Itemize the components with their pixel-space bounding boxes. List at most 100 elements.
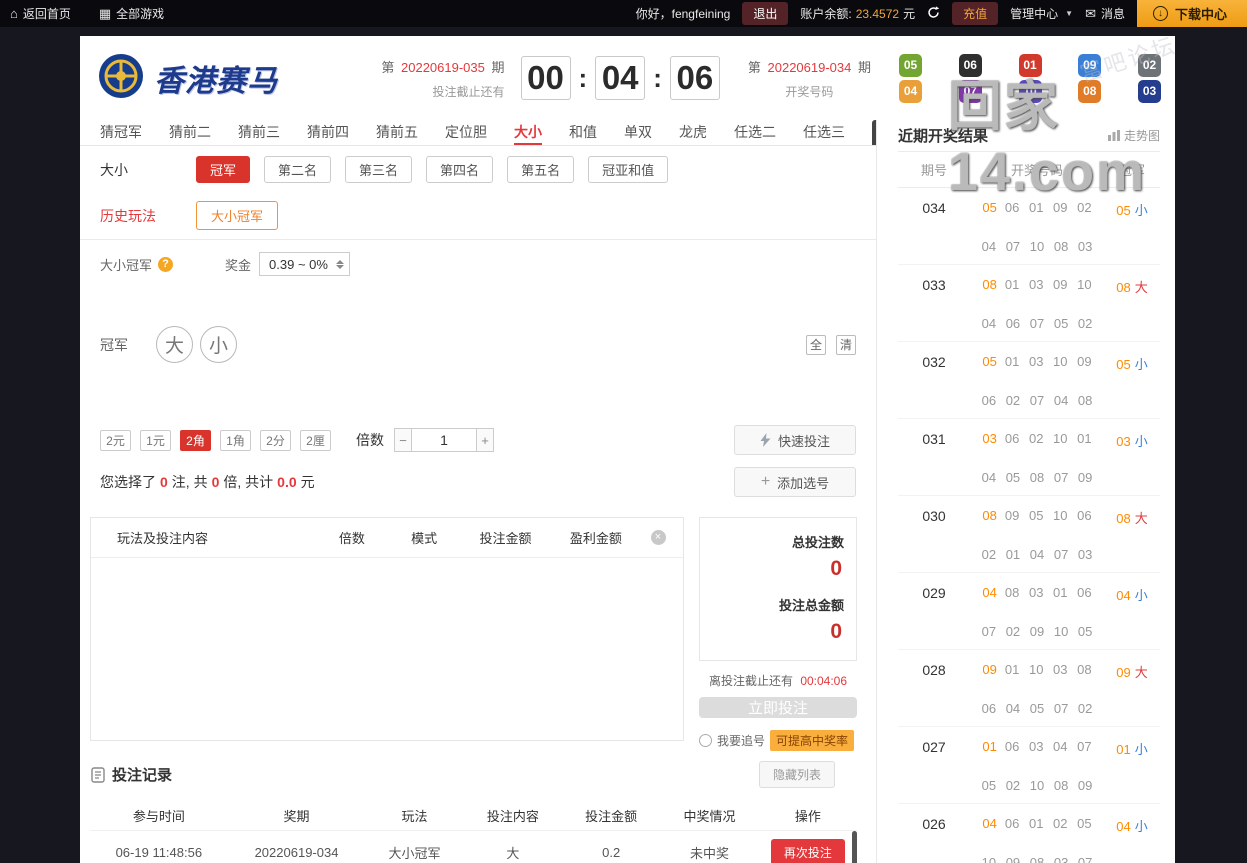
subtab-fifth[interactable]: 第五名 [507, 156, 575, 183]
nav-tab-11[interactable]: 任选三 [803, 120, 845, 145]
records-table-header: 参与时间 奖期 玩法 投注内容 投注金额 中奖情况 操作 [90, 800, 857, 830]
numbers-line2: 02 01 04 07 03 [981, 547, 1093, 562]
subtab-third[interactable]: 第三名 [345, 156, 413, 183]
champion-number: 04 [982, 585, 997, 600]
multiplier-input[interactable] [411, 428, 477, 452]
champion-value: 05 [1116, 357, 1131, 372]
admin-center-menu[interactable]: 管理中心 ▼ [1010, 5, 1073, 22]
champion-size: 小 [1134, 819, 1148, 834]
bonus-select[interactable]: 0.39 ~ 0% [259, 252, 350, 276]
history-play-link[interactable]: 历史玩法 [100, 206, 182, 226]
unit-2jiao[interactable]: 2角 [180, 429, 211, 451]
champion-value: 08 [1116, 511, 1131, 526]
add-selection-button[interactable]: + 添加选号 [734, 467, 856, 497]
current-issue-number: 20220619-035 [401, 59, 485, 75]
home-link[interactable]: ⌂ 返回首页 [10, 5, 71, 22]
hide-list-button[interactable]: 隐藏列表 [758, 761, 835, 788]
countdown-colon: : [653, 62, 662, 93]
quick-bet-label: 快速投注 [777, 433, 830, 449]
balance-value: 23.4572 [855, 6, 900, 21]
logout-button[interactable]: 退出 [742, 2, 789, 25]
summary-text-4: 元 [300, 474, 315, 490]
nav-tab-9[interactable]: 龙虎 [679, 120, 707, 145]
bonus-label: 奖金 [225, 257, 252, 273]
nav-tab-7[interactable]: 和值 [569, 120, 597, 145]
multiplier-label: 倍数 [356, 432, 384, 448]
all-games-link[interactable]: ▦ 全部游戏 [99, 5, 164, 22]
current-issue-line: 第 20220619-035 期 [381, 57, 504, 76]
result-issue: 026 [922, 816, 946, 832]
select-all-button[interactable]: 全 [806, 334, 826, 355]
nav-tab-5[interactable]: 定位胆 [445, 120, 487, 145]
nav-tab-1[interactable]: 猜前二 [169, 120, 211, 145]
download-center-button[interactable]: ↓ 下载中心 [1136, 0, 1247, 27]
nav-tab-daxiao[interactable]: 大小 [514, 120, 542, 145]
champion-value: 04 [1116, 588, 1131, 603]
col-issue-no: 期号 [920, 163, 947, 178]
col-play-content: 玩法及投注内容 [117, 531, 209, 546]
messages-link[interactable]: ✉ 消息 [1085, 5, 1125, 22]
unit-1yuan[interactable]: 1元 [140, 429, 171, 451]
nav-tab-3[interactable]: 猜前四 [307, 120, 349, 145]
champion-number: 05 [982, 354, 997, 369]
champion-size: 小 [1134, 203, 1148, 218]
champion-size: 大 [1134, 665, 1148, 680]
numbers-rest: 01 10 03 08 [1004, 662, 1092, 677]
option-small-button[interactable]: 小 [200, 326, 237, 363]
champion-value: 01 [1116, 742, 1131, 757]
selected-times-count: 0 [211, 474, 220, 490]
panel-deadline: 离投注截止还有 00:04:06 [699, 672, 857, 689]
clear-slip-icon[interactable]: × [650, 530, 666, 545]
result-issue: 028 [922, 662, 946, 678]
help-icon[interactable]: ? [158, 256, 174, 272]
bet-again-button[interactable]: 再次投注 [770, 839, 845, 863]
records-icon [91, 766, 105, 783]
brand-logo-icon [98, 53, 144, 104]
option-big-button[interactable]: 大 [156, 326, 193, 363]
current-play-tab[interactable]: 大小冠军 [196, 201, 279, 230]
envelope-icon: ✉ [1085, 6, 1096, 21]
download-icon: ↓ [1152, 6, 1168, 21]
refresh-balance-icon[interactable] [927, 5, 940, 22]
recharge-button[interactable]: 充值 [952, 2, 999, 25]
result-champion: 03 小 [1104, 431, 1160, 450]
quick-bet-button[interactable]: 快速投注 [734, 425, 856, 455]
chase-radio[interactable] [699, 734, 712, 747]
nav-tab-10[interactable]: 任选二 [734, 120, 776, 145]
result-champion: 04 小 [1104, 816, 1160, 835]
col-play: 玩法 [401, 808, 428, 824]
chase-row: 我要追号 可提高中奖率 [699, 730, 857, 751]
issue-suffix: 期 [491, 59, 505, 75]
champion-number: 08 [982, 508, 997, 523]
subtab-sum[interactable]: 冠亚和值 [588, 156, 669, 183]
selected-notes-count: 0 [160, 474, 168, 490]
last-issue: 第 20220619-034 期 开奖号码 [748, 57, 871, 100]
chase-tip-badge: 可提高中奖率 [770, 730, 855, 751]
stepper-plus-button[interactable]: + [476, 428, 494, 452]
nav-tab-2[interactable]: 猜前三 [238, 120, 280, 145]
result-champion: 01 小 [1104, 739, 1160, 758]
nav-tab-4[interactable]: 猜前五 [376, 120, 418, 145]
lottery-ball: 06 [958, 53, 982, 77]
unit-1jiao[interactable]: 1角 [220, 429, 251, 451]
stepper-minus-button[interactable]: − [394, 428, 412, 452]
submit-bet-button[interactable]: 立即投注 [699, 697, 857, 718]
unit-2li[interactable]: 2厘 [300, 429, 331, 451]
subtab-second[interactable]: 第二名 [264, 156, 332, 183]
subtab-fourth[interactable]: 第四名 [426, 156, 494, 183]
nav-tab-8[interactable]: 单双 [624, 120, 652, 145]
panel-deadline-time: 00:04:06 [800, 674, 848, 688]
champion-value: 05 [1116, 203, 1131, 218]
clear-button[interactable]: 清 [836, 334, 856, 355]
numbers-rest: 06 02 10 01 [1004, 431, 1092, 446]
unit-2fen[interactable]: 2分 [260, 429, 291, 451]
countdown-hours: 00 [520, 56, 571, 100]
nav-tab-0[interactable]: 猜冠军 [100, 120, 142, 145]
subtab-champion[interactable]: 冠军 [196, 156, 251, 183]
records-scrollbar[interactable] [852, 831, 857, 863]
summary-text-1: 您选择了 [100, 474, 156, 490]
unit-2yuan[interactable]: 2元 [100, 429, 131, 451]
brand: 香港赛马 [98, 53, 278, 104]
trend-chart-link[interactable]: 走势图 [1107, 127, 1160, 144]
champion-value: 03 [1116, 434, 1131, 449]
